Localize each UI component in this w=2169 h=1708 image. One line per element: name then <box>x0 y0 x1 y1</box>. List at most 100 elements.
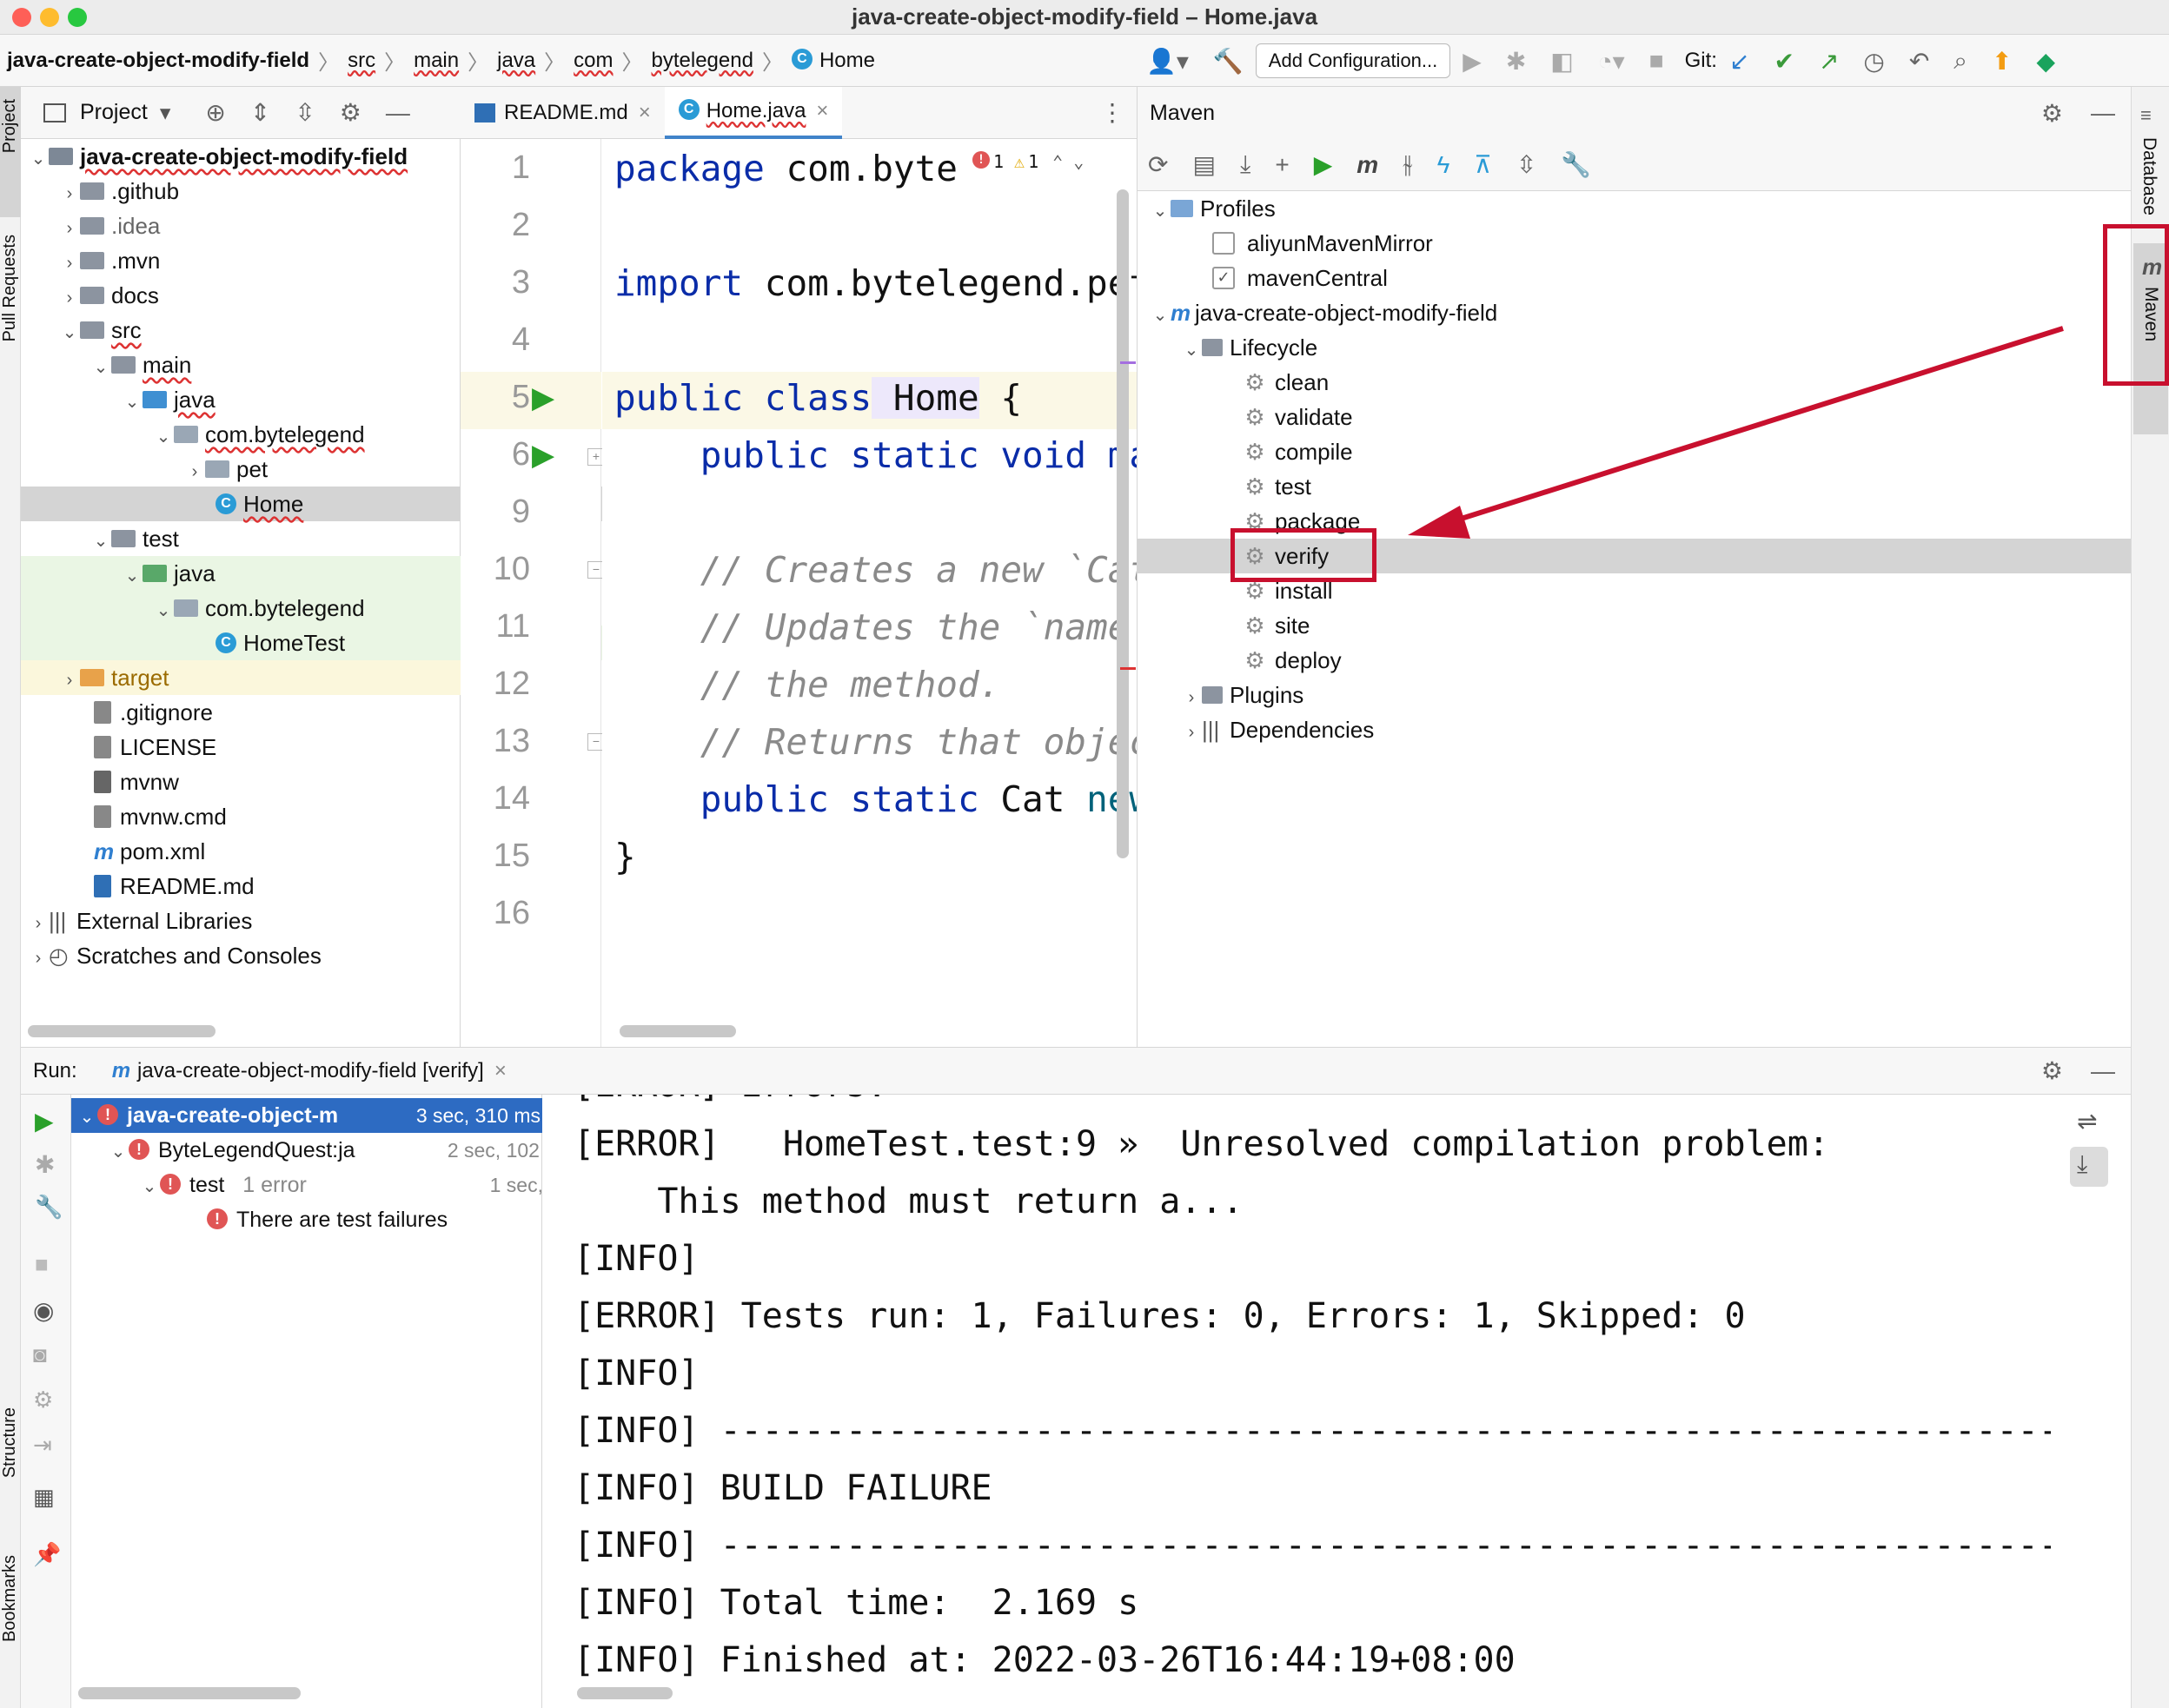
wrench-icon[interactable]: 🔧 <box>35 1194 63 1221</box>
next-highlight-icon[interactable]: ⌄ <box>1073 151 1084 172</box>
toggle-offline-icon[interactable]: ⫳ <box>1403 150 1412 179</box>
download-icon[interactable]: ⤓ <box>1240 150 1250 179</box>
soft-wrap-icon[interactable]: ⇌ <box>2077 1107 2097 1135</box>
tree-item-idea[interactable]: › .idea <box>21 209 499 243</box>
maven-profiles[interactable]: ⌄ Profiles <box>1138 191 2144 226</box>
lifecycle-deploy[interactable]: ⚙ deploy <box>1138 643 2169 678</box>
close-icon[interactable]: × <box>494 1059 507 1083</box>
code-editor[interactable]: package com.byte ! 1 ⚠ 1 ⌃ ⌄ import com.… <box>602 139 1137 1047</box>
tree-item-mvn[interactable]: › .mvn <box>21 243 499 278</box>
horizontal-scrollbar[interactable] <box>28 1025 216 1037</box>
collapse-all-icon[interactable]: ⇳ <box>295 98 315 127</box>
wrench-icon[interactable]: 🔧 <box>1561 150 1591 179</box>
gear-icon[interactable]: ⚙ <box>2041 1056 2063 1085</box>
coverage-icon[interactable]: ◧ <box>1550 47 1573 76</box>
pin-icon[interactable]: 📌 <box>33 1541 61 1568</box>
stop-icon[interactable]: ■ <box>35 1251 49 1278</box>
tree-item-scratches[interactable]: › ◴ Scratches and Consoles <box>21 938 468 973</box>
run-icon[interactable]: ▶ <box>1314 150 1333 179</box>
tree-item-main[interactable]: ⌄ main <box>21 348 530 382</box>
tab-home-java[interactable]: C Home.java × <box>664 86 843 139</box>
breadcrumb-item[interactable]: main <box>414 49 459 73</box>
settings-icon[interactable]: ⚙ <box>33 1387 53 1413</box>
project-tool-window-tab[interactable]: Project <box>0 87 21 217</box>
hide-icon[interactable]: — <box>2091 1057 2115 1085</box>
eye-icon[interactable]: ◉ <box>33 1296 54 1325</box>
tree-item-src[interactable]: ⌄ src <box>21 313 499 348</box>
tree-item-docs[interactable]: › docs <box>21 278 499 313</box>
tab-run-verify[interactable]: m java-create-object-modify-field [verif… <box>112 1059 507 1083</box>
git-update-icon[interactable]: ↙ <box>1729 47 1749 76</box>
breadcrumb-item[interactable]: com <box>574 49 613 73</box>
tree-item-gitignore[interactable]: .gitignore <box>21 695 534 730</box>
maven-dependencies[interactable]: › ||| Dependencies <box>1138 712 2169 747</box>
search-icon[interactable]: ⌕ <box>1953 47 1967 76</box>
run-gutter-icon[interactable]: ▶ <box>532 438 554 473</box>
horizontal-scrollbar[interactable] <box>78 1687 301 1699</box>
pull-requests-tool-tab[interactable]: Pull Requests <box>0 235 20 341</box>
reload-icon[interactable]: ⟳ <box>1148 150 1168 179</box>
run-root-item[interactable]: ⌄! java-create-object-m 3 sec, 310 ms <box>71 1098 547 1133</box>
add-icon[interactable]: + <box>1275 151 1289 179</box>
stop-icon[interactable]: ■ <box>1649 47 1664 75</box>
execute-goal-icon[interactable]: m <box>1356 151 1378 179</box>
tree-item-target[interactable]: › target <box>21 660 499 695</box>
rerun-icon[interactable]: ▶ <box>35 1107 54 1135</box>
git-push-icon[interactable]: ↗ <box>1819 47 1839 76</box>
debug-icon[interactable]: ✱ <box>1506 47 1526 76</box>
locate-icon[interactable]: ⊕ <box>205 98 225 127</box>
user-icon[interactable]: 👤▾ <box>1146 47 1189 76</box>
code-with-me-icon[interactable]: ◆ <box>2036 47 2055 76</box>
close-icon[interactable]: × <box>639 101 651 125</box>
update-icon[interactable]: ⬆ <box>1992 47 2012 76</box>
import-icon[interactable]: ⇥ <box>33 1432 52 1459</box>
expand-all-icon[interactable]: ⇕ <box>250 98 270 127</box>
show-dependencies-icon[interactable]: ⊼ <box>1474 150 1492 179</box>
hide-icon[interactable]: — <box>2091 99 2115 127</box>
vertical-scrollbar[interactable] <box>1117 189 1129 858</box>
horizontal-scrollbar[interactable] <box>577 1687 673 1699</box>
tree-item-mvnw[interactable]: mvnw <box>21 765 534 799</box>
tree-item-github[interactable]: › .github <box>21 174 499 209</box>
close-icon[interactable]: × <box>816 99 828 123</box>
collapse-all-icon[interactable]: ⇳ <box>1516 150 1536 179</box>
console-output[interactable]: [ERROR] Errors: [ERROR] HomeTest.test:9 … <box>542 1095 2051 1708</box>
skip-tests-icon[interactable]: ϟ <box>1437 151 1450 179</box>
tree-item-mvnw-cmd[interactable]: mvnw.cmd <box>21 799 534 834</box>
profile-icon[interactable]: ◔▾ <box>1598 47 1625 76</box>
inspection-widget[interactable]: ! 1 ⚠ 1 ⌃ ⌄ <box>967 151 1090 172</box>
tree-item-test[interactable]: ⌄ test <box>21 521 530 556</box>
more-tabs-icon[interactable]: ⋮ <box>1100 98 1124 127</box>
gear-icon[interactable]: ⚙ <box>340 98 362 127</box>
run-test-item[interactable]: ⌄!test 1 error 1 sec, 67 ms <box>71 1168 610 1202</box>
git-rollback-icon[interactable]: ↶ <box>1909 47 1929 76</box>
camera-icon[interactable]: ◙ <box>33 1341 47 1368</box>
debug-icon[interactable]: ✱ <box>35 1150 55 1179</box>
horizontal-scrollbar[interactable] <box>620 1025 736 1037</box>
chevron-down-icon[interactable]: ▾ <box>160 100 171 126</box>
project-view-selector[interactable]: Project <box>80 100 148 125</box>
database-tool-tab[interactable]: Database <box>2139 137 2159 215</box>
tree-item-license[interactable]: LICENSE <box>21 730 534 765</box>
breadcrumb-item[interactable]: Home <box>819 49 875 73</box>
git-history-icon[interactable]: ◷ <box>1863 47 1884 76</box>
gear-icon[interactable]: ⚙ <box>2041 99 2063 128</box>
breadcrumb-item[interactable]: src <box>348 49 375 73</box>
run-gutter-icon[interactable]: ▶ <box>532 381 554 415</box>
breadcrumb-item[interactable]: java <box>497 49 535 73</box>
breadcrumb-item[interactable]: bytelegend <box>652 49 753 73</box>
tree-item-external-libraries[interactable]: › ||| External Libraries <box>21 904 468 938</box>
tree-item-readme[interactable]: README.md <box>21 869 534 904</box>
previous-highlight-icon[interactable]: ⌃ <box>1052 151 1063 172</box>
breadcrumb-item[interactable]: java-create-object-modify-field <box>7 49 309 73</box>
tree-item-root[interactable]: ⌄ java-create-object-modify-field <box>21 139 468 174</box>
profile-checkbox[interactable] <box>1212 232 1235 255</box>
tree-item-pom[interactable]: m pom.xml <box>21 834 534 869</box>
maven-profile-aliyun[interactable]: aliyunMavenMirror <box>1138 226 2169 261</box>
build-hammer-icon[interactable]: 🔨 <box>1213 47 1244 76</box>
add-configuration-button[interactable]: Add Configuration... <box>1255 43 1451 78</box>
run-icon[interactable]: ▶ <box>1463 47 1482 76</box>
maven-plugins[interactable]: › Plugins <box>1138 678 2169 712</box>
generate-sources-icon[interactable]: ▤ <box>1192 150 1215 179</box>
structure-tool-tab[interactable]: Structure <box>0 1407 20 1478</box>
